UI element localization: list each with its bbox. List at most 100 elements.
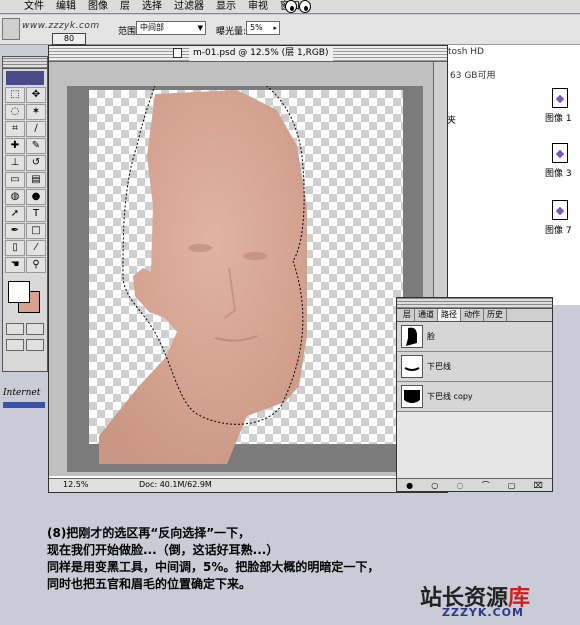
disk-name: tosh HD <box>448 47 484 57</box>
stamp-tool-icon[interactable]: ⊥ <box>5 155 25 171</box>
brush-size-box[interactable]: 80 <box>52 33 86 45</box>
blur-tool-icon[interactable]: ◍ <box>5 189 25 205</box>
tab-channels[interactable]: 通道 <box>415 309 438 321</box>
image-file-icon[interactable] <box>552 88 568 108</box>
path-row[interactable]: 脸 <box>397 322 552 352</box>
photoshop-logo <box>6 71 44 85</box>
menu-view[interactable]: 显示 <box>210 0 242 14</box>
folder-label: 夹 <box>447 116 457 126</box>
panel-footer: ● ○ ◌ ⌒ ▢ ⌧ <box>397 478 552 491</box>
image-file-icon[interactable] <box>552 200 568 220</box>
internet-label[interactable]: Internet <box>3 388 40 398</box>
eyedropper-tool-icon[interactable]: ⁄ <box>26 240 46 256</box>
menu-layer[interactable]: 层 <box>114 0 136 14</box>
tab-actions[interactable]: 动作 <box>461 309 484 321</box>
quickmask-mode-icon[interactable] <box>26 323 44 335</box>
menu-filter[interactable]: 过滤器 <box>168 0 210 14</box>
right-eye-shade <box>243 252 267 260</box>
menu-image[interactable]: 图像 <box>82 0 114 14</box>
notes-tool-icon[interactable]: ▯ <box>5 240 25 256</box>
shape-tool-icon[interactable]: □ <box>26 223 46 239</box>
left-eye-shade <box>188 244 212 252</box>
burn-tool-icon[interactable]: ● <box>26 189 46 205</box>
magic-wand-tool-icon[interactable]: ✶ <box>26 104 46 120</box>
slice-tool-icon[interactable]: ∕ <box>26 121 46 137</box>
tutorial-line: 现在我们开始做脸...（倒，这话好耳熟...） <box>47 543 279 557</box>
screen-mode-2-icon[interactable] <box>26 339 44 351</box>
path-thumbnail <box>401 355 423 378</box>
close-box-icon[interactable] <box>173 48 182 58</box>
make-path-icon[interactable]: ⌒ <box>482 480 490 491</box>
type-tool-icon[interactable]: T <box>26 206 46 222</box>
exposure-label: 曝光量: <box>216 27 247 37</box>
new-path-icon[interactable]: ▢ <box>508 481 516 490</box>
panel-empty-area[interactable] <box>397 412 552 476</box>
image-file-label[interactable]: 图像 7 <box>545 223 572 236</box>
path-name: 下巴线 <box>427 362 451 371</box>
menu-review[interactable]: 审视 <box>242 0 274 14</box>
face-artwork[interactable] <box>67 86 423 472</box>
canvas-area[interactable] <box>49 62 435 476</box>
standard-mode-icon[interactable] <box>6 323 24 335</box>
screen-mode-1-icon[interactable] <box>6 339 24 351</box>
pen-tool-icon[interactable]: ✒ <box>5 223 25 239</box>
document-window: m-01.psd @ 12.5% (层 1,RGB) 12.5% Doc: 40… <box>48 45 448 493</box>
artboard[interactable] <box>67 86 423 472</box>
paths-panel: 层 通道 路径 动作 历史 脸 下巴线 下巴线 copy ● ○ ◌ ⌒ ▢ ⌧ <box>396 297 553 492</box>
healing-brush-tool-icon[interactable]: ✚ <box>5 138 25 154</box>
taskbar-strip <box>3 402 45 408</box>
brand-url: ZZZYK.COM <box>442 606 524 619</box>
disk-free: 63 GB可用 <box>450 71 496 81</box>
menu-edit[interactable]: 编辑 <box>50 0 82 14</box>
path-row[interactable]: 下巴线 <box>397 352 552 382</box>
move-tool-icon[interactable]: ✥ <box>26 87 46 103</box>
load-selection-icon[interactable]: ◌ <box>456 481 463 490</box>
foreground-color[interactable] <box>8 281 30 303</box>
tutorial-line: 同时也把五官和眉毛的位置确定下来。 <box>47 577 252 591</box>
tutorial-line: (8)把刚才的选区再“反向选择”一下， <box>47 526 251 540</box>
path-select-tool-icon[interactable]: ➚ <box>5 206 25 222</box>
zoom-tool-icon[interactable]: ⚲ <box>26 257 46 273</box>
tab-layers[interactable]: 层 <box>400 309 415 321</box>
eraser-tool-icon[interactable]: ▭ <box>5 172 25 188</box>
document-status-bar: 12.5% Doc: 40.1M/62.9M <box>49 478 435 492</box>
options-bar: www.zzzyk.com 80 范围: 中间部 ▼ 曝光量: 5% ▸ <box>0 15 580 45</box>
range-select[interactable]: 中间部 ▼ <box>136 21 206 35</box>
chevron-down-icon: ▼ <box>197 24 203 32</box>
doc-size[interactable]: Doc: 40.1M/62.9M <box>139 480 212 489</box>
hand-tool-icon[interactable]: ☚ <box>5 257 25 273</box>
color-swatches <box>3 279 47 319</box>
head-shape <box>99 90 307 464</box>
burn-tool-icon <box>2 18 20 40</box>
image-file-label[interactable]: 图像 3 <box>545 166 572 179</box>
lasso-tool-icon[interactable]: ◌ <box>5 104 25 120</box>
history-brush-tool-icon[interactable]: ↺ <box>26 155 46 171</box>
zoom-level[interactable]: 12.5% <box>63 480 88 489</box>
document-titlebar[interactable]: m-01.psd @ 12.5% (层 1,RGB) <box>49 46 447 62</box>
menu-select[interactable]: 选择 <box>136 0 168 14</box>
path-name: 下巴线 copy <box>427 392 473 401</box>
path-row[interactable]: 下巴线 copy <box>397 382 552 412</box>
toolbox: ⬚ ✥ ◌ ✶ ⌗ ∕ ✚ ✎ ⊥ ↺ ▭ ▤ ◍ ● ➚ T ✒ □ ▯ ⁄ … <box>2 56 48 372</box>
tab-history[interactable]: 历史 <box>484 309 507 321</box>
brush-tool-icon[interactable]: ✎ <box>26 138 46 154</box>
exposure-value: 5% <box>250 23 263 32</box>
fill-path-icon[interactable]: ● <box>406 481 413 490</box>
stroke-path-icon[interactable]: ○ <box>431 481 438 490</box>
image-file-label[interactable]: 图像 1 <box>545 111 572 124</box>
tab-paths[interactable]: 路径 <box>438 309 461 321</box>
chevron-right-icon: ▸ <box>273 24 277 32</box>
menu-file[interactable]: 文件 <box>18 0 50 14</box>
trash-icon[interactable]: ⌧ <box>534 481 543 490</box>
exposure-input[interactable]: 5% ▸ <box>246 21 280 35</box>
path-name: 脸 <box>427 332 435 341</box>
panel-titlebar[interactable] <box>397 298 552 309</box>
marquee-tool-icon[interactable]: ⬚ <box>5 87 25 103</box>
xeyes-icon <box>285 0 311 13</box>
document-title: m-01.psd @ 12.5% (层 1,RGB) <box>189 46 333 61</box>
crop-tool-icon[interactable]: ⌗ <box>5 121 25 137</box>
toolbox-titlebar[interactable] <box>3 57 47 69</box>
gradient-tool-icon[interactable]: ▤ <box>26 172 46 188</box>
image-file-icon[interactable] <box>552 143 568 163</box>
watermark-text: www.zzzyk.com <box>22 21 100 31</box>
